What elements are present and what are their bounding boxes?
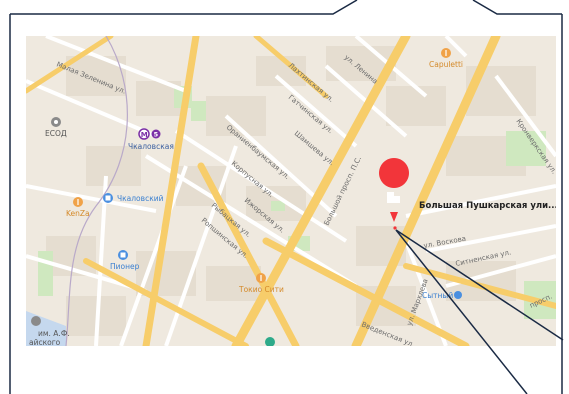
poi-kenza-label: KenZa [66, 209, 90, 218]
poi-pioneer-label: Пионер [110, 262, 140, 271]
map-viewport[interactable]: Малая Зеленина ул. ул. Ленина Лахтинская… [26, 36, 556, 346]
frame-border-top-right [472, 0, 562, 15]
poi-capuletti-label: Capuletti [429, 60, 463, 69]
market-icon [454, 291, 462, 299]
poi-im-af-label-2: айского [29, 338, 61, 346]
map-canvas[interactable]: Малая Зеленина ул. ул. Ленина Лахтинская… [26, 36, 556, 346]
poi-esod-label: ЕСОД [45, 129, 67, 138]
poi-tokyo-label: Токио Сити [238, 285, 284, 294]
svg-text:M: M [141, 131, 148, 139]
selected-place-label[interactable]: Большая Пушкарская ули... [419, 195, 556, 217]
poi-sytny-label: Сытный [422, 291, 453, 300]
poi-im-af-label: им. А.Ф. [38, 329, 70, 338]
metro-line-number: 5 [154, 131, 159, 139]
metro-station-label: Чкаловская [128, 142, 174, 151]
frame-border-top-left [10, 0, 358, 15]
poi-cinema-label: Чкаловский [117, 194, 164, 203]
theatre-icon [31, 316, 41, 326]
